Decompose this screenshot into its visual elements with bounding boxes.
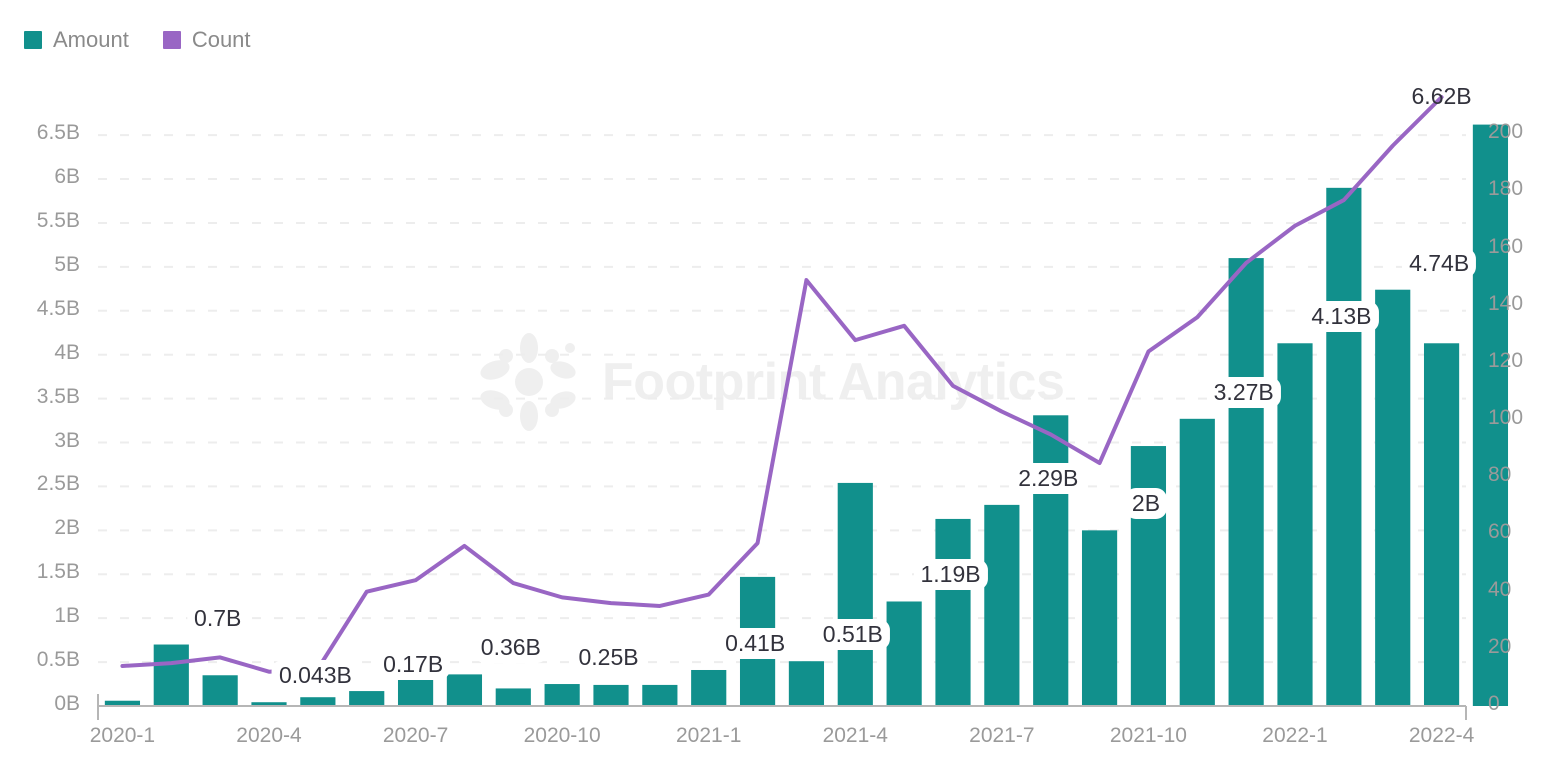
bar-value-label: 6.62B [1411,82,1472,109]
bar-value-label: 3.27B [1206,376,1281,408]
y2-axis-tick-label: 0 [1488,692,1500,715]
bar[interactable] [642,684,678,706]
bar[interactable] [1033,415,1069,706]
x-axis-tick-label: 2022-4 [1408,724,1475,747]
x-axis-tick-label: 2020-4 [236,724,302,747]
x-axis-tick-label: 2020-10 [523,724,601,747]
bar-value-label: 1.19B [913,559,988,591]
y2-axis-tick-label: 160 [1488,234,1524,258]
bar[interactable] [837,482,873,706]
y-axis-tick-label: 0.5B [36,648,80,672]
bar[interactable] [1130,446,1167,706]
bar[interactable] [1375,289,1411,706]
x-axis-tick-label: 2020-1 [89,724,156,747]
bar[interactable] [788,661,825,706]
bar[interactable] [593,684,629,706]
y2-axis-tick-label: 180 [1488,177,1524,201]
x-axis-tick-label: 2021-7 [969,724,1035,747]
bar[interactable] [1179,418,1215,706]
combo-chart: 0B 0.5B 1B 1.5B 2B 2.5B 3B 3.5B 4B 4.5B 5B 5.5B 6B 6.… [0,0,1550,768]
x-axis-tick-label: 2020-7 [382,724,449,747]
x-axis-tick-label: 2021-1 [676,724,742,747]
bar[interactable] [300,697,336,706]
bar[interactable] [691,669,727,706]
bar[interactable] [349,691,385,706]
bar-value-label: 0.41B [718,627,793,659]
y-axis-tick-label: 2.5B [36,472,80,496]
bar[interactable] [984,504,1020,706]
bar-value-label: 4.13B [1304,301,1379,333]
bar-value-label: 0.36B [473,632,548,664]
bar[interactable] [153,644,189,706]
y-axis-tick-label: 3.5B [36,384,80,408]
y2-axis-tick-label: 120 [1488,348,1524,372]
bar-value-label: 2B [1124,488,1168,520]
y-axis-tick-label: 1.5B [36,560,80,584]
y2-axis-tick-label: 80 [1488,463,1512,487]
bar-value-label: 0.51B [815,619,890,650]
bar[interactable] [1326,187,1362,707]
x-axis-tick-label: 2021-4 [822,724,888,747]
y-axis-tick-label: 0B [54,692,80,715]
x-axis-tick-label: 2022-1 [1262,724,1328,747]
y2-axis-tick-label: 100 [1488,406,1524,430]
y-axis-tick-label: 2B [54,516,80,540]
y-axis-tick-label: 4B [54,340,80,364]
bar-value-label: 0.7B [187,602,249,634]
bar[interactable] [1228,258,1264,706]
bar-value-label: 2.29B [1011,462,1086,494]
bar-value-label: 0.17B [376,649,451,680]
y-axis-tick-label: 6.5B [36,121,80,145]
y2-axis-tick-label: 200 [1488,120,1524,144]
y2-axis-tick-label: 60 [1488,520,1512,544]
bar[interactable] [1423,343,1460,706]
bar[interactable] [935,518,971,706]
bar[interactable] [495,688,531,706]
y2-axis-tick-label: 40 [1488,577,1512,601]
y-axis-tick-label: 4.5B [36,296,80,320]
bar[interactable] [202,675,238,706]
bar[interactable] [1277,343,1313,706]
y-axis-tick-label: 5B [54,252,80,276]
bar-value-label: 4.74B [1402,247,1477,279]
bar-value-label: 0.25B [571,642,646,673]
y2-axis-tick-label: 140 [1488,291,1524,315]
y-axis-tick-label: 3B [54,428,80,452]
bar[interactable] [544,684,580,706]
y-axis-tick-label: 1B [54,604,80,628]
bar-value-label: 0.043B [271,660,359,691]
bar[interactable] [1081,530,1118,706]
bar[interactable] [886,601,922,706]
y-axis-tick-label: 6B [54,165,80,189]
bar[interactable] [446,674,483,706]
y-axis-tick-label: 5.5B [36,208,80,232]
x-axis-tick-label: 2021-10 [1109,724,1187,747]
y2-axis-tick-label: 20 [1488,634,1512,658]
